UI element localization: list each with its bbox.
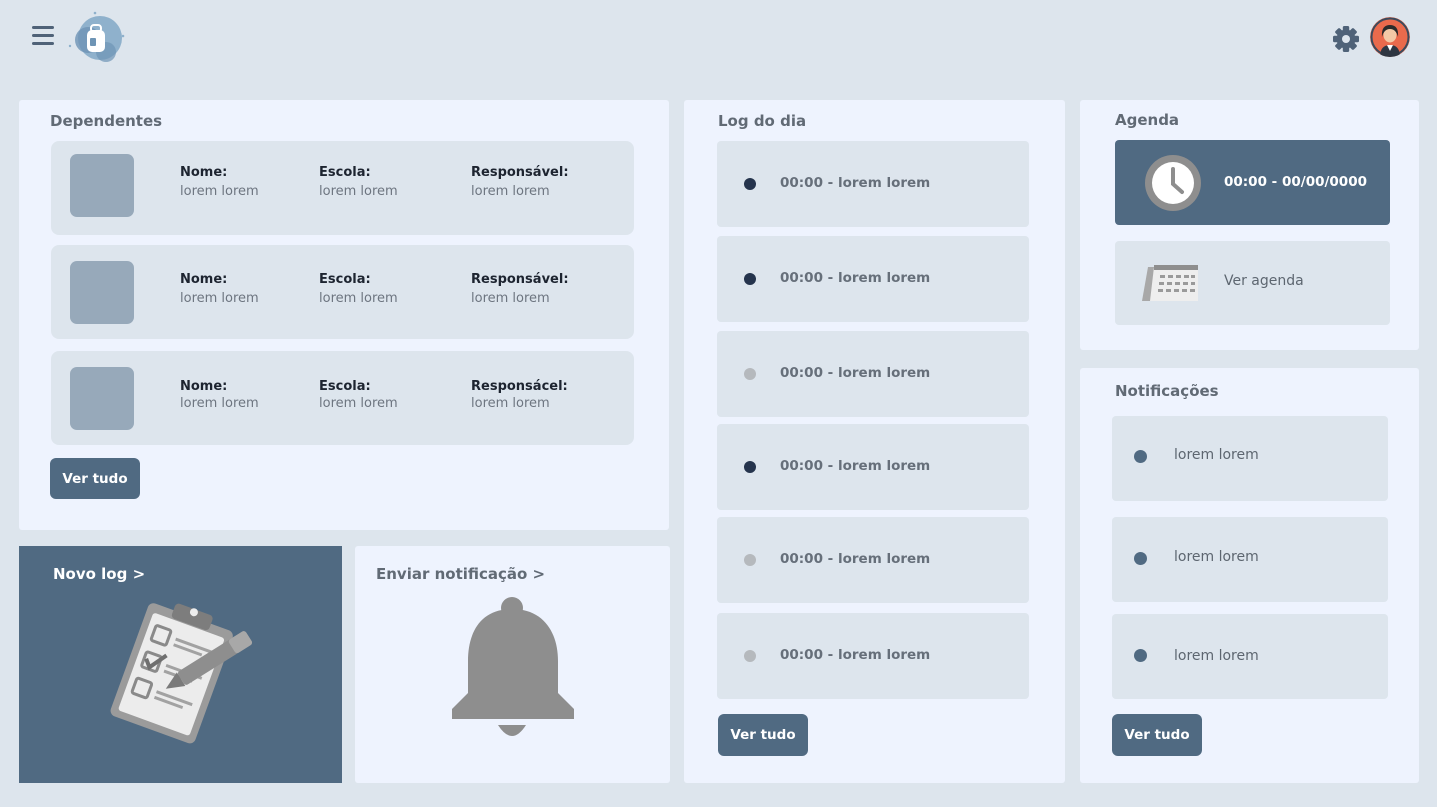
log-item-text: 00:00 - lorem lorem (780, 365, 931, 381)
name-label: Nome: (180, 272, 228, 287)
guardian-label: Responsável: (471, 165, 569, 180)
next-event-text: 00:00 - 00/00/0000 (1224, 174, 1367, 190)
log-item-text: 00:00 - lorem lorem (780, 175, 931, 191)
name-value: lorem lorem (180, 184, 259, 199)
school-label: Escola: (319, 165, 371, 180)
log-item-text: 00:00 - lorem lorem (780, 270, 931, 286)
gear-icon[interactable] (1330, 23, 1362, 55)
guardian-label: Responsável: (471, 272, 569, 287)
clock-icon (1144, 154, 1202, 212)
clipboard-checklist-icon (95, 598, 265, 748)
log-item[interactable]: 00:00 - lorem lorem (717, 331, 1029, 417)
guardian-value: lorem lorem (471, 184, 550, 199)
dependent-photo (70, 261, 134, 324)
dependents-see-all-button[interactable]: Ver tudo (50, 458, 140, 499)
status-dot (744, 554, 756, 566)
notification-item[interactable]: lorem lorem (1112, 614, 1388, 699)
school-value: lorem lorem (319, 184, 398, 199)
hamburger-menu-icon[interactable] (32, 26, 54, 48)
log-item[interactable]: 00:00 - lorem lorem (717, 517, 1029, 603)
dependent-card[interactable]: Nome: lorem lorem Escola: lorem lorem Re… (51, 351, 634, 445)
dependent-photo (70, 367, 134, 430)
guardian-value: lorem lorem (471, 396, 550, 411)
status-dot (744, 650, 756, 662)
avatar[interactable] (1370, 17, 1410, 57)
dependent-card[interactable]: Nome: lorem lorem Escola: lorem lorem Re… (51, 245, 634, 339)
status-dot (1134, 649, 1147, 662)
notification-text: lorem lorem (1174, 648, 1259, 664)
notification-text: lorem lorem (1174, 447, 1259, 463)
log-item-text: 00:00 - lorem lorem (780, 551, 931, 567)
dependent-card[interactable]: Nome: lorem lorem Escola: lorem lorem Re… (51, 141, 634, 235)
log-item-text: 00:00 - lorem lorem (780, 458, 931, 474)
name-value: lorem lorem (180, 396, 259, 411)
agenda-title: Agenda (1115, 111, 1180, 129)
log-item[interactable]: 00:00 - lorem lorem (717, 141, 1029, 227)
bell-icon (448, 595, 578, 743)
school-label: Escola: (319, 272, 371, 287)
guardian-value: lorem lorem (471, 291, 550, 306)
next-event-card[interactable]: 00:00 - 00/00/0000 (1115, 140, 1390, 225)
log-item[interactable]: 00:00 - lorem lorem (717, 613, 1029, 699)
guardian-label: Responsácel: (471, 379, 568, 394)
name-value: lorem lorem (180, 291, 259, 306)
status-dot (744, 178, 756, 190)
dependent-photo (70, 154, 134, 217)
log-item-text: 00:00 - lorem lorem (780, 647, 931, 663)
log-item[interactable]: 00:00 - lorem lorem (717, 424, 1029, 510)
dependents-title: Dependentes (50, 112, 163, 130)
status-dot (1134, 552, 1147, 565)
school-value: lorem lorem (319, 396, 398, 411)
daily-log-see-all-button[interactable]: Ver tudo (718, 714, 808, 756)
name-label: Nome: (180, 165, 228, 180)
status-dot (1134, 450, 1147, 463)
view-agenda-card[interactable]: Ver agenda (1115, 241, 1390, 325)
notification-text: lorem lorem (1174, 549, 1259, 565)
notifications-see-all-button[interactable]: Ver tudo (1112, 714, 1202, 756)
send-notification-label[interactable]: Enviar notificação > (376, 565, 545, 583)
status-dot (744, 273, 756, 285)
name-label: Nome: (180, 379, 228, 394)
notification-item[interactable]: lorem lorem (1112, 416, 1388, 501)
school-value: lorem lorem (319, 291, 398, 306)
school-label: Escola: (319, 379, 371, 394)
notification-item[interactable]: lorem lorem (1112, 517, 1388, 602)
status-dot (744, 461, 756, 473)
log-item[interactable]: 00:00 - lorem lorem (717, 236, 1029, 322)
view-agenda-label: Ver agenda (1224, 273, 1304, 289)
logo (64, 10, 128, 66)
new-log-label[interactable]: Novo log > (53, 565, 145, 583)
status-dot (744, 368, 756, 380)
notifications-title: Notificações (1115, 382, 1219, 400)
daily-log-title: Log do dia (718, 112, 807, 130)
desk-calendar-icon (1140, 261, 1202, 305)
